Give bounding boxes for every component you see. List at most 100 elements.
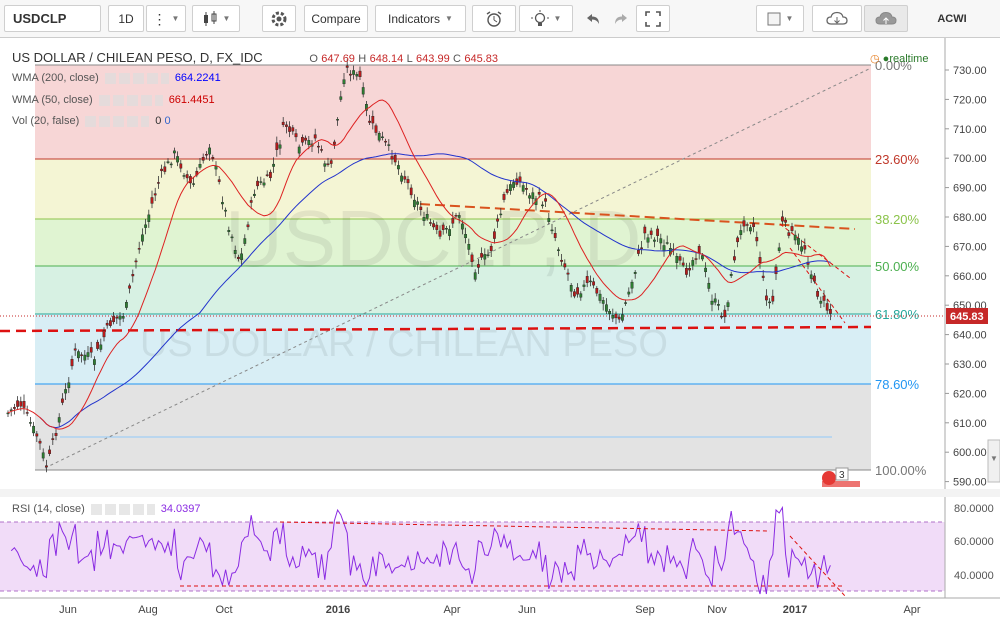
- cloud-load-button[interactable]: [812, 5, 862, 32]
- ideas-button[interactable]: ▼: [519, 5, 573, 32]
- candle-body: [502, 194, 506, 200]
- high-value: 648.14: [369, 53, 404, 65]
- compare-button[interactable]: Compare: [304, 5, 368, 32]
- candle-body: [809, 274, 813, 279]
- indicator-rsi[interactable]: RSI (14, close) 34.0397: [12, 503, 201, 515]
- candle-body: [185, 174, 189, 179]
- candle-body: [16, 400, 19, 407]
- open-label: O: [309, 53, 318, 65]
- candle-body: [720, 315, 724, 318]
- candle-body: [509, 184, 512, 191]
- interval-button[interactable]: 1D: [108, 5, 144, 32]
- time-axis-label: Aug: [138, 604, 158, 616]
- candle-body: [252, 193, 256, 196]
- clock-icon: ◷: [870, 53, 880, 65]
- fullscreen-button[interactable]: [636, 5, 670, 32]
- candle-body: [675, 256, 679, 263]
- indicator-controls[interactable]: [85, 115, 150, 127]
- rsi-axis-40: 40.0000: [954, 570, 994, 582]
- candle-body: [61, 398, 64, 403]
- price-axis-label: 730.00: [953, 65, 987, 77]
- indicator-controls[interactable]: [104, 72, 169, 84]
- candle-body: [397, 165, 400, 170]
- candle-body: [512, 182, 516, 188]
- candle-body: [701, 255, 704, 260]
- events-badge[interactable]: 3: [822, 467, 860, 487]
- candle-body: [569, 285, 573, 292]
- candle-body: [605, 304, 608, 312]
- candle-body: [403, 176, 407, 180]
- candle-body: [681, 262, 685, 266]
- candle-body: [323, 163, 327, 167]
- chart-area[interactable]: 0.00% 23.60% 38.20% 50.00% 61.80% 78.60%…: [0, 38, 1000, 619]
- fib-zone-78-100: [35, 384, 871, 470]
- alert-button[interactable]: [472, 5, 516, 32]
- candle-body: [259, 181, 263, 183]
- candle-body: [384, 140, 387, 143]
- indicator-controls[interactable]: [90, 503, 155, 515]
- fib-label-786: 78.60%: [875, 377, 920, 392]
- candle-body: [467, 244, 471, 250]
- symbol-search[interactable]: USDCLP: [4, 5, 101, 32]
- candle-body: [665, 242, 669, 244]
- indicators-button[interactable]: Indicators ▼: [375, 5, 466, 32]
- more-vert-icon: ⋮: [152, 10, 167, 27]
- candle-body: [278, 144, 282, 149]
- candle-body: [825, 303, 829, 311]
- candle-body: [454, 215, 458, 217]
- candle-body: [541, 204, 544, 207]
- indicator-wma50[interactable]: WMA (50, close) 661.4451: [12, 94, 215, 106]
- candle-body: [697, 246, 701, 254]
- candle-body: [198, 164, 202, 168]
- cloud-save-button[interactable]: [864, 5, 908, 32]
- candle-body: [345, 65, 349, 68]
- candle-body: [374, 125, 378, 133]
- candle-body: [592, 281, 596, 286]
- candle-body: [611, 314, 615, 319]
- open-value: 647.69: [321, 53, 355, 65]
- candle-body: [438, 230, 442, 237]
- pane-separator[interactable]: [0, 489, 1000, 497]
- candle-body: [768, 301, 772, 304]
- chart-style-button[interactable]: ▼: [192, 5, 240, 32]
- candle-body: [451, 218, 455, 224]
- undo-button[interactable]: [578, 5, 608, 32]
- redo-button[interactable]: [606, 5, 636, 32]
- candle-body: [54, 433, 58, 436]
- candle-body: [566, 272, 570, 275]
- candle-body: [445, 228, 448, 230]
- time-axis-label: Nov: [707, 604, 727, 616]
- candle-body: [713, 298, 717, 303]
- layout-button[interactable]: ▼: [756, 5, 804, 32]
- price-axis-label: 680.00: [953, 212, 987, 224]
- chart-legend: US DOLLAR / CHILEAN PESO, D, FX_IDC O 64…: [12, 50, 498, 65]
- indicator-volume[interactable]: Vol (20, false) 0 0: [12, 115, 171, 127]
- right-symbol-tab[interactable]: ACWI: [906, 5, 998, 32]
- time-axis[interactable]: Jun Aug Oct 2016 Apr Jun Sep Nov 2017 Apr: [59, 604, 921, 616]
- chevron-down-icon: ▼: [553, 14, 562, 23]
- candle-body: [246, 224, 250, 228]
- candle-body: [496, 218, 499, 222]
- candle-body: [573, 291, 576, 297]
- candle-body: [633, 272, 637, 274]
- time-axis-label: Jun: [518, 604, 536, 616]
- candle-body: [413, 199, 416, 208]
- interval-dropdown[interactable]: ⋮ ▼: [146, 5, 186, 32]
- candle-body: [153, 193, 157, 196]
- settings-button[interactable]: [262, 5, 296, 32]
- candle-body: [429, 222, 432, 224]
- realtime-badge: ◷ ●realtime: [870, 52, 928, 65]
- candle-body: [368, 120, 371, 123]
- price-axis[interactable]: 730.00 720.00 710.00 700.00 690.00 680.00 670.…: [945, 65, 987, 489]
- indicator-controls[interactable]: [98, 94, 163, 106]
- right-symbol-label: ACWI: [937, 12, 967, 25]
- candle-body: [390, 156, 394, 160]
- undo-icon: [587, 13, 599, 24]
- price-axis-label: 630.00: [953, 359, 987, 371]
- indicator-value: 0: [155, 115, 162, 127]
- candle-body: [489, 245, 493, 252]
- indicator-wma200[interactable]: WMA (200, close) 664.2241: [12, 72, 221, 84]
- low-label: L: [406, 53, 413, 65]
- rsi-value: 34.0397: [160, 503, 201, 515]
- candle-body: [579, 293, 583, 298]
